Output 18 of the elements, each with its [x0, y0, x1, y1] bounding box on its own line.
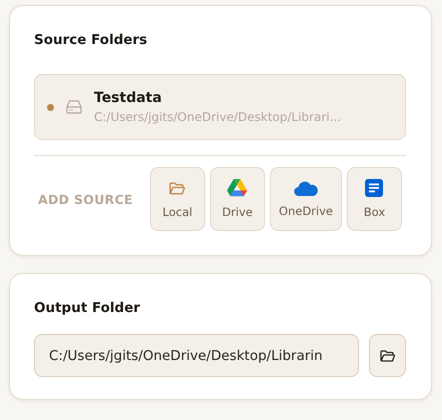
add-source-button[interactable]: Local	[150, 167, 205, 231]
add-source-button[interactable]: OneDrive	[270, 167, 342, 231]
cloud-icon	[294, 180, 318, 196]
triangle-icon	[227, 179, 248, 197]
add-source-label: ADD SOURCE	[38, 192, 133, 206]
add-source-button[interactable]: Box	[346, 167, 402, 231]
document-icon	[365, 179, 384, 197]
section-title: Output Folder	[34, 300, 142, 316]
folder-icon	[379, 348, 396, 364]
source-path: C:/Users/jgits/OneDrive/Desktop/Librari...	[94, 110, 342, 124]
source-name: Testdata	[94, 90, 163, 106]
browse-button[interactable]	[369, 334, 406, 377]
add-source-button[interactable]: Drive	[210, 167, 265, 231]
folder-icon	[168, 180, 186, 196]
source-item[interactable]: Testdata C:/Users/jgits/OneDrive/Desktop/Librari...	[34, 74, 406, 140]
path-field[interactable]: C:/Users/jgits/OneDrive/Desktop/Librarin	[34, 334, 359, 377]
drive-icon	[66, 100, 82, 114]
section-title: Source Folders	[34, 32, 148, 48]
